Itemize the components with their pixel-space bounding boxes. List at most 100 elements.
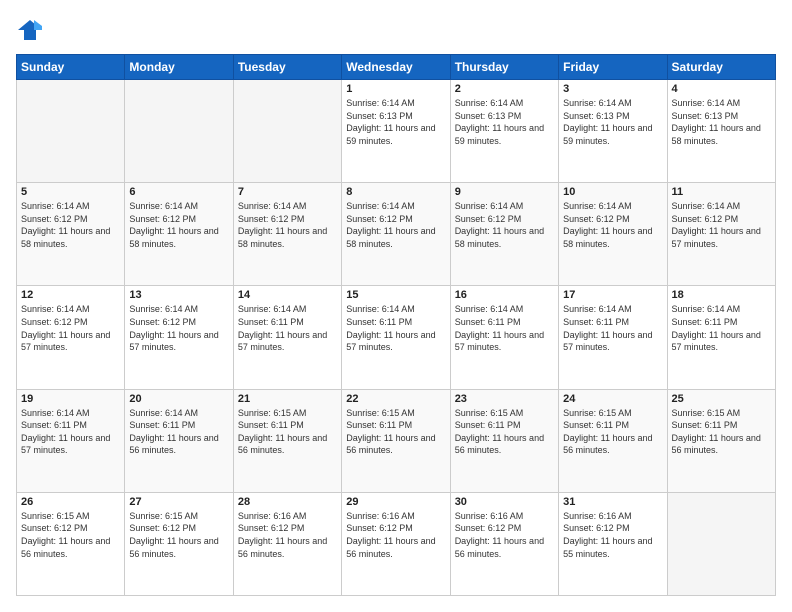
calendar-cell: 6Sunrise: 6:14 AM Sunset: 6:12 PM Daylig… (125, 183, 233, 286)
calendar-cell (233, 80, 341, 183)
day-number: 8 (346, 186, 445, 198)
logo (16, 16, 46, 44)
day-number: 22 (346, 393, 445, 405)
day-info: Sunrise: 6:15 AM Sunset: 6:11 PM Dayligh… (238, 407, 337, 457)
calendar-weekday-tuesday: Tuesday (233, 55, 341, 80)
day-info: Sunrise: 6:14 AM Sunset: 6:11 PM Dayligh… (129, 407, 228, 457)
day-info: Sunrise: 6:14 AM Sunset: 6:13 PM Dayligh… (563, 97, 662, 147)
calendar-cell: 21 Sunrise: 6:15 AM Sunset: 6:11 PM Dayli… (233, 389, 341, 492)
calendar-cell: 28 Sunrise: 6:16 AM Sunset: 6:12 PM Dayli… (233, 492, 341, 595)
day-number: 31 (563, 496, 662, 508)
day-info: Sunrise: 6:14 AM Sunset: 6:12 PM Dayligh… (455, 200, 554, 250)
day-info: Sunrise: 6:14 AM Sunset: 6:12 PM Dayligh… (129, 303, 228, 353)
header (16, 16, 776, 44)
calendar-cell: 13 Sunrise: 6:14 AM Sunset: 6:12 PM Dayli… (125, 286, 233, 389)
calendar-cell: 10 Sunrise: 6:14 AM Sunset: 6:12 PM Dayli… (559, 183, 667, 286)
calendar-cell: 2 Sunrise: 6:14 AM Sunset: 6:13 PM Daylig… (450, 80, 558, 183)
day-number: 27 (129, 496, 228, 508)
day-number: 14 (238, 289, 337, 301)
calendar-cell: 8 Sunrise: 6:14 AM Sunset: 6:12 PM Daylig… (342, 183, 450, 286)
day-number: 30 (455, 496, 554, 508)
day-info: Sunrise: 6:15 AM Sunset: 6:11 PM Dayligh… (455, 407, 554, 457)
day-info: Sunrise: 6:14 AM Sunset: 6:12 PM Dayligh… (21, 200, 120, 250)
day-info: Sunrise: 6:15 AM Sunset: 6:11 PM Dayligh… (346, 407, 445, 457)
day-number: 1 (346, 83, 445, 95)
calendar-week-1: 1 Sunrise: 6:14 AM Sunset: 6:13 PM Daylig… (17, 80, 776, 183)
calendar-cell: 9 Sunrise: 6:14 AM Sunset: 6:12 PM Daylig… (450, 183, 558, 286)
calendar-cell: 22 Sunrise: 6:15 AM Sunset: 6:11 PM Dayli… (342, 389, 450, 492)
calendar-week-4: 19 Sunrise: 6:14 AM Sunset: 6:11 PM Dayli… (17, 389, 776, 492)
calendar-cell (17, 80, 125, 183)
calendar-cell: 16 Sunrise: 6:14 AM Sunset: 6:11 PM Dayli… (450, 286, 558, 389)
day-number: 26 (21, 496, 120, 508)
day-number: 16 (455, 289, 554, 301)
day-info: Sunrise: 6:15 AM Sunset: 6:12 PM Dayligh… (129, 510, 228, 560)
calendar-cell: 11 Sunrise: 6:14 AM Sunset: 6:12 PM Dayli… (667, 183, 775, 286)
day-number: 7 (238, 186, 337, 198)
day-number: 13 (129, 289, 228, 301)
calendar-cell: 26 Sunrise: 6:15 AM Sunset: 6:12 PM Dayli… (17, 492, 125, 595)
day-info: Sunrise: 6:14 AM Sunset: 6:12 PM Dayligh… (346, 200, 445, 250)
calendar-table: SundayMondayTuesdayWednesdayThursdayFrid… (16, 54, 776, 596)
calendar-cell: 4 Sunrise: 6:14 AM Sunset: 6:13 PM Daylig… (667, 80, 775, 183)
day-number: 18 (672, 289, 771, 301)
calendar-cell: 7 Sunrise: 6:14 AM Sunset: 6:12 PM Daylig… (233, 183, 341, 286)
day-number: 21 (238, 393, 337, 405)
calendar-weekday-friday: Friday (559, 55, 667, 80)
day-number: 24 (563, 393, 662, 405)
calendar-cell: 18Sunrise: 6:14 AM Sunset: 6:11 PM Dayli… (667, 286, 775, 389)
day-number: 23 (455, 393, 554, 405)
calendar-cell: 3 Sunrise: 6:14 AM Sunset: 6:13 PM Daylig… (559, 80, 667, 183)
day-number: 4 (672, 83, 771, 95)
day-number: 9 (455, 186, 554, 198)
calendar-cell (667, 492, 775, 595)
day-info: Sunrise: 6:14 AM Sunset: 6:11 PM Dayligh… (21, 407, 120, 457)
day-info: Sunrise: 6:14 AM Sunset: 6:12 PM Dayligh… (563, 200, 662, 250)
day-info: Sunrise: 6:14 AM Sunset: 6:11 PM Dayligh… (563, 303, 662, 353)
day-number: 25 (672, 393, 771, 405)
day-info: Sunrise: 6:14 AM Sunset: 6:12 PM Dayligh… (21, 303, 120, 353)
day-number: 28 (238, 496, 337, 508)
day-info: Sunrise: 6:14 AM Sunset: 6:12 PM Dayligh… (238, 200, 337, 250)
logo-icon (16, 16, 44, 44)
calendar-weekday-monday: Monday (125, 55, 233, 80)
calendar-cell: 31 Sunrise: 6:16 AM Sunset: 6:12 PM Dayli… (559, 492, 667, 595)
day-info: Sunrise: 6:16 AM Sunset: 6:12 PM Dayligh… (238, 510, 337, 560)
calendar-cell: 20 Sunrise: 6:14 AM Sunset: 6:11 PM Dayli… (125, 389, 233, 492)
calendar-cell: 17 Sunrise: 6:14 AM Sunset: 6:11 PM Dayli… (559, 286, 667, 389)
day-number: 17 (563, 289, 662, 301)
day-info: Sunrise: 6:14 AM Sunset: 6:12 PM Dayligh… (672, 200, 771, 250)
calendar-weekday-thursday: Thursday (450, 55, 558, 80)
day-info: Sunrise: 6:14 AM Sunset: 6:13 PM Dayligh… (672, 97, 771, 147)
day-number: 12 (21, 289, 120, 301)
day-info: Sunrise: 6:14 AM Sunset: 6:11 PM Dayligh… (455, 303, 554, 353)
calendar-cell: 24 Sunrise: 6:15 AM Sunset: 6:11 PM Dayli… (559, 389, 667, 492)
calendar-cell: 5Sunrise: 6:14 AM Sunset: 6:12 PM Daylig… (17, 183, 125, 286)
page: SundayMondayTuesdayWednesdayThursdayFrid… (0, 0, 792, 612)
day-number: 11 (672, 186, 771, 198)
calendar-cell: 29Sunrise: 6:16 AM Sunset: 6:12 PM Dayli… (342, 492, 450, 595)
day-number: 19 (21, 393, 120, 405)
calendar-week-3: 12 Sunrise: 6:14 AM Sunset: 6:12 PM Dayli… (17, 286, 776, 389)
calendar-weekday-wednesday: Wednesday (342, 55, 450, 80)
day-info: Sunrise: 6:14 AM Sunset: 6:11 PM Dayligh… (238, 303, 337, 353)
calendar-cell: 25Sunrise: 6:15 AM Sunset: 6:11 PM Dayli… (667, 389, 775, 492)
day-info: Sunrise: 6:14 AM Sunset: 6:12 PM Dayligh… (129, 200, 228, 250)
day-info: Sunrise: 6:14 AM Sunset: 6:13 PM Dayligh… (455, 97, 554, 147)
calendar-week-5: 26 Sunrise: 6:15 AM Sunset: 6:12 PM Dayli… (17, 492, 776, 595)
calendar-header-row: SundayMondayTuesdayWednesdayThursdayFrid… (17, 55, 776, 80)
day-number: 2 (455, 83, 554, 95)
day-info: Sunrise: 6:16 AM Sunset: 6:12 PM Dayligh… (455, 510, 554, 560)
calendar-cell: 23 Sunrise: 6:15 AM Sunset: 6:11 PM Dayli… (450, 389, 558, 492)
day-number: 3 (563, 83, 662, 95)
day-info: Sunrise: 6:15 AM Sunset: 6:11 PM Dayligh… (563, 407, 662, 457)
calendar-cell: 19 Sunrise: 6:14 AM Sunset: 6:11 PM Dayli… (17, 389, 125, 492)
day-number: 20 (129, 393, 228, 405)
day-info: Sunrise: 6:15 AM Sunset: 6:12 PM Dayligh… (21, 510, 120, 560)
day-number: 29 (346, 496, 445, 508)
calendar-cell (125, 80, 233, 183)
day-number: 15 (346, 289, 445, 301)
calendar-weekday-sunday: Sunday (17, 55, 125, 80)
day-number: 10 (563, 186, 662, 198)
day-info: Sunrise: 6:16 AM Sunset: 6:12 PM Dayligh… (563, 510, 662, 560)
